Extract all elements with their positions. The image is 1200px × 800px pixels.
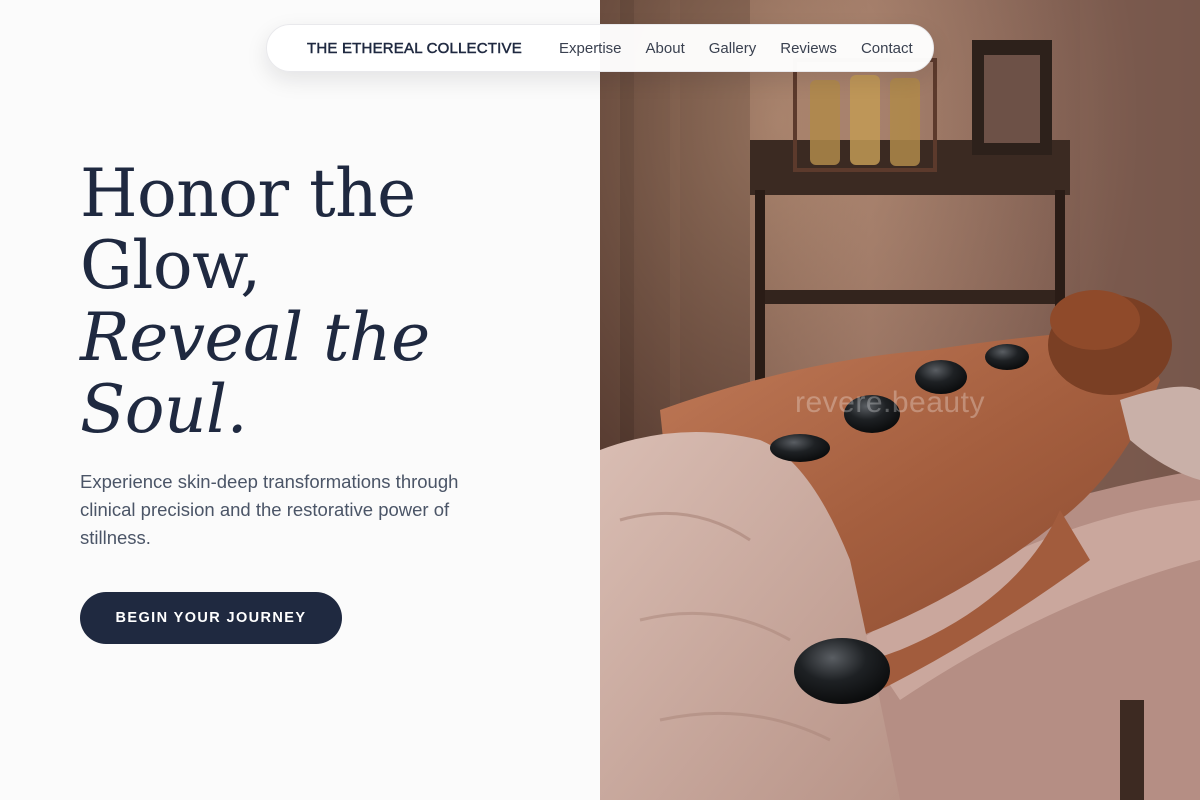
nav-link-contact[interactable]: Contact: [861, 40, 913, 57]
nav-links: Expertise About Gallery Reviews Contact: [559, 40, 913, 57]
nav-link-expertise[interactable]: Expertise: [559, 40, 622, 57]
headline-italic-line-2: Soul.: [80, 371, 248, 448]
headline-line-1: Honor the: [80, 155, 416, 232]
landing-page: Honor the Glow, Reveal the Soul. Experie…: [0, 0, 1200, 800]
hero-text-panel: Honor the Glow, Reveal the Soul. Experie…: [0, 0, 600, 800]
top-navigation-bar: THE ETHEREAL COLLECTIVE Expertise About …: [266, 24, 934, 72]
brand-logo-text[interactable]: THE ETHEREAL COLLECTIVE: [307, 40, 522, 58]
nav-link-reviews[interactable]: Reviews: [780, 40, 837, 57]
begin-journey-button[interactable]: BEGIN YOUR JOURNEY: [80, 592, 342, 644]
hero-subcopy: Experience skin-deep transformations thr…: [80, 471, 459, 548]
hero-headline: Honor the Glow, Reveal the Soul.: [80, 158, 430, 446]
headline-line-2: Glow,: [80, 227, 261, 304]
nav-link-gallery[interactable]: Gallery: [709, 40, 757, 57]
headline-italic-line-1: Reveal the: [80, 299, 430, 376]
image-watermark: revere.beauty: [795, 386, 985, 419]
nav-link-about[interactable]: About: [646, 40, 685, 57]
